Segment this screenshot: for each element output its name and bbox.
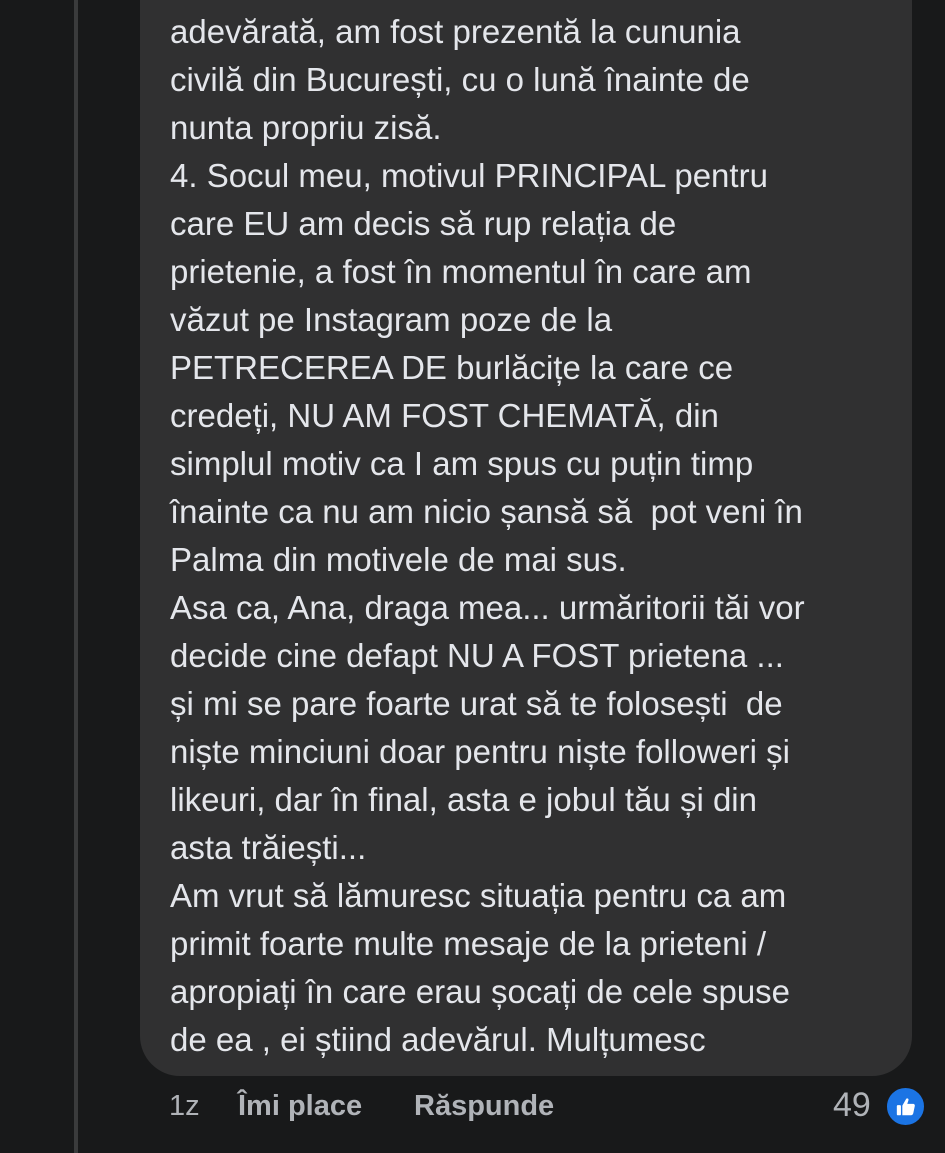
comment-line: 4. Socul meu, motivul PRINCIPAL pentru: [170, 157, 768, 194]
reaction-count[interactable]: 49: [833, 1086, 871, 1125]
comment-line: asta trăiești...: [170, 829, 367, 866]
comment-line: apropiați în care erau șocați de cele sp…: [170, 973, 791, 1010]
comment-line: nunta propriu zisă.: [170, 109, 442, 146]
comment-line: civilă din București, cu o lună înainte …: [170, 61, 750, 98]
comment-line: văzut pe Instagram poze de la: [170, 301, 613, 338]
comment-text: adevărată, am fost prezentă la cununia c…: [170, 8, 905, 1064]
like-button[interactable]: Îmi place: [238, 1090, 362, 1123]
comment-line: Palma din motivele de mai sus.: [170, 541, 627, 578]
comment-line: niște minciuni doar pentru niște followe…: [170, 733, 790, 770]
comment-thread: adevărată, am fost prezentă la cununia c…: [0, 0, 945, 1153]
thumbs-up-glyph: [896, 1098, 915, 1116]
comment-line: de ea , ei știind adevărul. Mulțumesc: [170, 1021, 706, 1058]
like-thumbs-up-icon[interactable]: [885, 1086, 926, 1127]
comment-line: Am vrut să lămuresc situația pentru ca a…: [170, 877, 787, 914]
comment-line: prietenie, a fost în momentul în care am: [170, 253, 752, 290]
comment-line: decide cine defapt NU A FOST prietena ..…: [170, 637, 784, 674]
comment-line: primit foarte multe mesaje de la prieten…: [170, 925, 767, 962]
comment-line: credeți, NU AM FOST CHEMATĂ, din: [170, 397, 719, 434]
comment-line: înainte ca nu am nicio șansă să pot veni…: [170, 493, 803, 530]
comment-line: adevărată, am fost prezentă la cununia: [170, 13, 741, 50]
comment-line: likeuri, dar în final, asta e jobul tău …: [170, 781, 757, 818]
comment-line: simplul motiv ca I am spus cu puțin timp: [170, 445, 754, 482]
reply-button[interactable]: Răspunde: [414, 1090, 554, 1123]
comment-line: PETRECEREA DE burlăcițe la care ce: [170, 349, 734, 386]
comment-line: care EU am decis să rup relația de: [170, 205, 677, 242]
comment-line: Asa ca, Ana, draga mea... urmăritorii tă…: [170, 589, 805, 626]
comment-line: și mi se pare foarte urat să te foloseșt…: [170, 685, 783, 722]
comment-timestamp[interactable]: 1z: [169, 1090, 200, 1123]
thread-line: [74, 0, 78, 1153]
comment-actions: 1z Îmi place Răspunde 49: [0, 1086, 945, 1132]
